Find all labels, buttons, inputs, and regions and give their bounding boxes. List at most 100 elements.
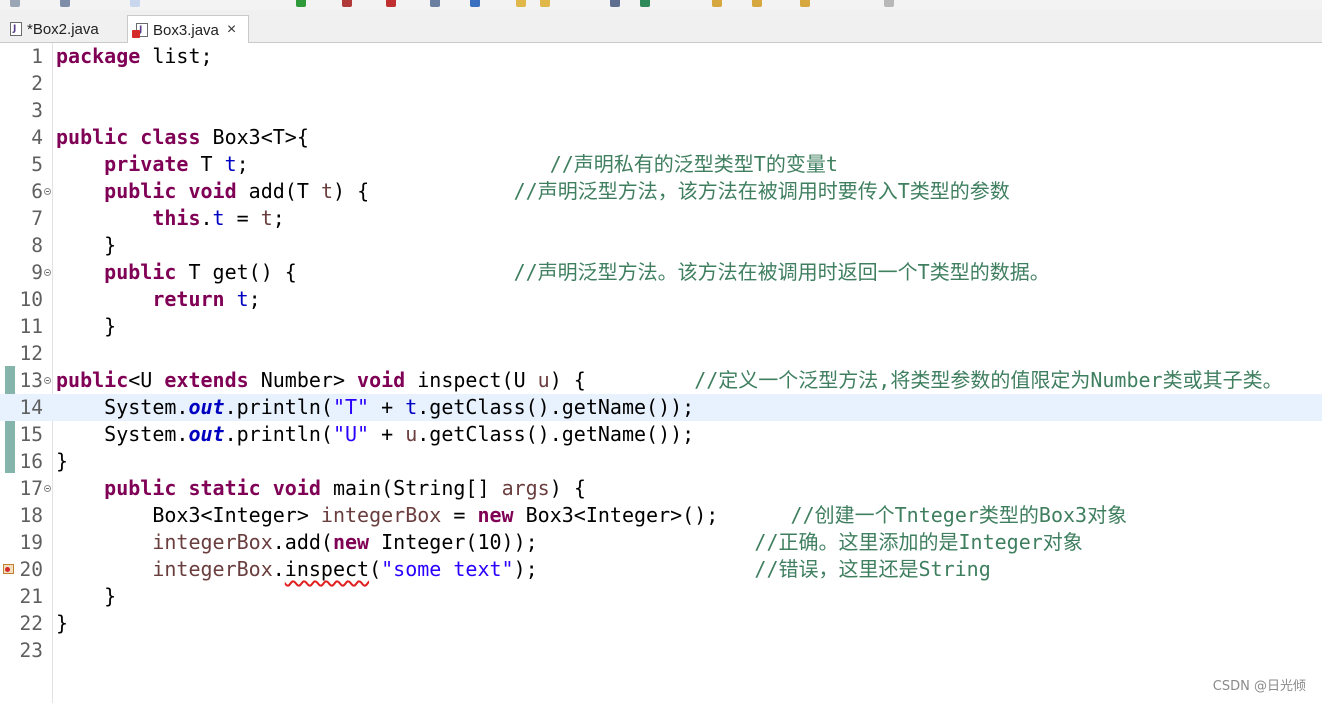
code-text: } [56,610,68,637]
watermark: CSDN @日光倾 [1212,679,1306,694]
toolbar-icon[interactable] [386,0,396,7]
toolbar-icon[interactable] [60,0,70,7]
line-number: 8 [31,234,43,257]
toolbar-icon[interactable] [610,0,620,7]
toolbar-icon[interactable] [516,0,526,7]
code-line[interactable]: 16} [0,448,1322,475]
code-token: <U [128,368,165,392]
code-token: Box3<T>{ [200,125,309,149]
code-token: System. [56,422,189,446]
toolbar-icon[interactable] [884,0,894,7]
close-icon[interactable]: × [227,22,236,38]
toolbar-icon[interactable] [800,0,810,7]
toolbar-icon[interactable] [342,0,352,7]
fold-toggle-icon[interactable] [44,188,51,195]
code-token: new [477,503,514,527]
code-text: System.out.println("U" + u.getClass().ge… [56,421,694,448]
code-line[interactable]: 3 [0,97,1322,124]
code-token: list; [140,44,213,68]
code-token: . [272,557,285,581]
code-token: .getClass().getName()); [417,422,695,446]
code-line[interactable]: 9 public T get() { //声明泛型方法。该方法在被调用时返回一个… [0,259,1322,286]
code-token: ) { [549,476,586,500]
code-token: System. [56,395,189,419]
code-line[interactable]: 17 public static void main(String[] args… [0,475,1322,502]
code-token: } [56,611,69,635]
toolbar-icon[interactable] [470,0,480,7]
toolbar-icon[interactable] [430,0,440,7]
code-text: public class Box3<T>{ [56,124,309,151]
code-token: out [188,395,225,419]
code-token: Box3<Integer> [56,503,321,527]
code-token: t [260,206,273,230]
code-line[interactable]: 6 public void add(T t) { //声明泛型方法，该方法在被调… [0,178,1322,205]
code-line[interactable]: 10 return t; [0,286,1322,313]
fold-toggle-icon[interactable] [44,377,51,384]
code-token: } [56,314,117,338]
code-line[interactable]: 19 integerBox.add(new Integer(10)); //正确… [0,529,1322,556]
toolbar-icon[interactable] [10,0,20,7]
code-line[interactable]: 11 } [0,313,1322,340]
code-line[interactable]: 8 } [0,232,1322,259]
code-text: Box3<Integer> integerBox = new Box3<Inte… [56,502,1127,529]
code-token: package [56,44,141,68]
code-text: return t; [56,286,260,313]
toolbar-icon[interactable] [130,0,140,7]
toolbar-icon[interactable] [540,0,550,7]
code-token: integerBox [320,503,442,527]
code-token: ; [236,152,550,176]
code-line[interactable]: 7 this.t = t; [0,205,1322,232]
code-text: System.out.println("T" + t.getClass().ge… [56,394,694,421]
code-line[interactable]: 13 public<U extends Number> void inspect(… [0,367,1322,394]
line-number: 17 [19,477,43,500]
code-line[interactable]: 21 } [0,583,1322,610]
line-number: 18 [19,504,43,527]
line-number: 3 [31,99,43,122]
toolbar-icon[interactable] [296,0,306,7]
code-text: private T t; //声明私有的泛型类型T的变量t [56,151,838,178]
toolbar-icon[interactable] [752,0,762,7]
toolbar-icon[interactable] [640,0,650,7]
code-token: = [224,206,261,230]
tab-box3-java[interactable]: J Box3.java × [127,15,249,44]
code-text: } [56,313,116,340]
code-line[interactable]: 12 [0,340,1322,367]
code-token: args [501,476,550,500]
code-line[interactable]: 1 package list; [0,43,1322,70]
code-line[interactable]: 4 public class Box3<T>{ [0,124,1322,151]
code-token: t [224,152,237,176]
code-line[interactable]: 23 [0,637,1322,664]
code-token: new [332,530,370,554]
code-token: Integer(10)); [369,530,755,554]
code-line[interactable]: 5 private T t; //声明私有的泛型类型T的变量t [0,151,1322,178]
code-line[interactable]: 20 integerBox.inspect("some text"); //错误… [0,556,1322,583]
code-token: } [56,449,69,473]
code-token: "U" [332,422,370,446]
code-line[interactable]: 2 [0,70,1322,97]
fold-toggle-icon[interactable] [44,269,51,276]
tab-label: *Box2.java [27,20,99,38]
code-line[interactable]: 14 System.out.println("T" + t.getClass()… [0,394,1322,421]
code-token: . [200,206,213,230]
code-editor[interactable]: 1 package list; 2 3 4 public class Box3<T>{5 … [0,43,1322,703]
tab-box2-java[interactable]: J *Box2.java [2,15,126,43]
code-token: ) { [549,368,695,392]
code-text: public static void main(String[] args) { [56,475,586,502]
code-token: .println( [224,422,333,446]
code-token: integerBox [152,530,273,554]
fold-toggle-icon[interactable] [44,485,51,492]
code-token: + [369,395,406,419]
main-toolbar [0,0,1322,10]
toolbar-icon[interactable] [712,0,722,7]
code-line[interactable]: 18 Box3<Integer> integerBox = new Box3<I… [0,502,1322,529]
line-number: 6 [31,180,43,203]
code-token: t [236,287,249,311]
code-line[interactable]: 15 System.out.println("U" + u.getClass()… [0,421,1322,448]
code-token: inspect [284,557,370,581]
code-line[interactable]: 22} [0,610,1322,637]
